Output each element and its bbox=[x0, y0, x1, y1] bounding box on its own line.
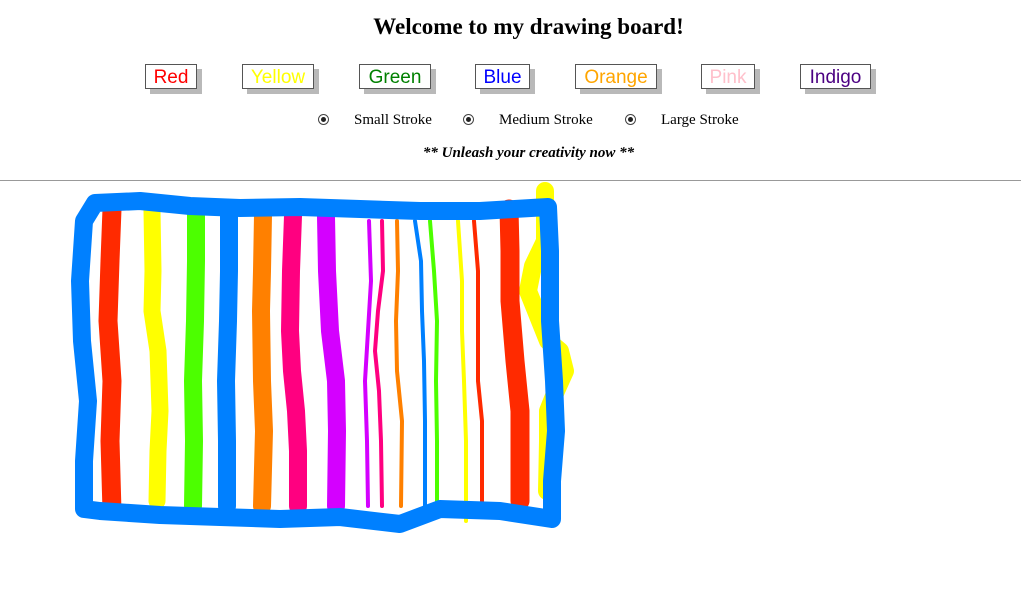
small-stroke-label: Small Stroke bbox=[354, 112, 432, 128]
yellow-stroke-1 bbox=[143, 202, 169, 510]
green-button[interactable]: Green bbox=[359, 64, 431, 89]
red-button[interactable]: Red bbox=[145, 64, 197, 89]
large-stroke-label: Large Stroke bbox=[661, 112, 739, 128]
orange-button[interactable]: Orange bbox=[575, 64, 657, 89]
red-stroke-1 bbox=[98, 199, 122, 521]
purple-stroke-1 bbox=[317, 208, 346, 515]
green-stroke-1 bbox=[184, 205, 205, 515]
pink-stroke-1 bbox=[281, 207, 307, 515]
blue-stroke-2 bbox=[413, 219, 427, 513]
red-stroke-2 bbox=[472, 219, 484, 508]
large-stroke-radio[interactable] bbox=[625, 114, 636, 125]
indigo-button[interactable]: Indigo bbox=[800, 64, 871, 89]
pink-button[interactable]: Pink bbox=[701, 64, 755, 89]
blue-button[interactable]: Blue bbox=[475, 64, 530, 89]
yellow-button[interactable]: Yellow bbox=[242, 64, 314, 89]
medium-stroke-label: Medium Stroke bbox=[499, 112, 593, 128]
page-title: Welcome to my drawing board! bbox=[373, 14, 684, 39]
pink-stroke-2 bbox=[373, 219, 385, 508]
tagline: ** Unleash your creativity now ** bbox=[422, 145, 635, 161]
orange-stroke-2 bbox=[394, 219, 404, 508]
blue-stroke-inner-1 bbox=[217, 204, 238, 515]
small-stroke-radio[interactable] bbox=[318, 114, 329, 125]
medium-stroke-radio[interactable] bbox=[463, 114, 474, 125]
green-stroke-2 bbox=[428, 219, 439, 508]
purple-stroke-2 bbox=[363, 219, 373, 508]
drawing-canvas[interactable] bbox=[0, 181, 1021, 593]
drawing-surface[interactable] bbox=[0, 181, 1021, 593]
yellow-stroke-2 bbox=[456, 219, 468, 523]
red-stroke-3 bbox=[499, 199, 530, 511]
orange-stroke-1 bbox=[252, 206, 273, 515]
